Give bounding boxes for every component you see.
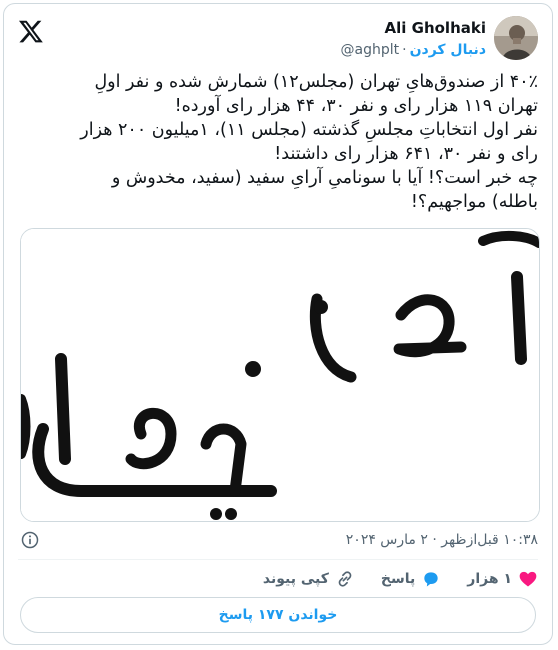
tweet-line: چه خبر است؟! آیا با سونامیِ آرایِ سفید (… <box>111 168 538 188</box>
author-handle[interactable]: @aghplt <box>341 42 400 58</box>
link-icon <box>338 571 352 587</box>
avatar[interactable] <box>494 16 538 60</box>
copy-link-label: کپی پیوند <box>262 571 329 587</box>
tweet-card: Ali Gholhaki @aghplt · دنبال کردن ۴۰٪ از ص… <box>3 3 553 645</box>
tweet-line: تهران ۱۱۹ هزار رای و نفر ۳۰، ۴۴ هزار رای… <box>174 96 538 116</box>
divider <box>18 559 538 560</box>
heart-icon <box>519 571 537 587</box>
separator-dot: · <box>402 42 407 58</box>
follow-button[interactable]: دنبال کردن <box>410 42 486 58</box>
tweet-line: نفر اول انتخاباتِ مجلسِ گذشته (مجلس ۱۱)،… <box>80 120 538 140</box>
like-button[interactable]: ۱ هزار <box>467 569 538 589</box>
copy-link-button[interactable]: کپی پیوند <box>263 569 355 589</box>
info-icon[interactable] <box>20 530 40 550</box>
tweet-line: ۴۰٪ از صندوق‌هایِ تهران (مجلس۱۲) شمارش ش… <box>94 72 538 92</box>
reply-label: پاسخ <box>380 571 416 587</box>
reply-button[interactable]: پاسخ <box>381 569 441 589</box>
author-name[interactable]: Ali Gholhaki <box>341 18 486 38</box>
tweet-text: ۴۰٪ از صندوق‌هایِ تهران (مجلس۱۲) شمارش ش… <box>16 70 538 214</box>
tweet-image[interactable] <box>20 228 540 522</box>
tweet-line: رای و نفر ۳۰، ۶۴۱ هزار رای داشتند! <box>274 144 538 164</box>
author-block: Ali Gholhaki @aghplt · دنبال کردن <box>341 18 486 60</box>
x-logo-icon[interactable] <box>18 18 44 44</box>
read-replies-button[interactable]: خواندن ۱۷۷ پاسخ <box>20 597 536 633</box>
reply-bubble-icon <box>424 572 438 587</box>
tweet-line: باطله) مواجهیم؟! <box>410 192 538 212</box>
tweet-timestamp[interactable]: ۱۰:۳۸ قبل‌ازظهر · ۲ مارس ۲۰۲۴ <box>346 532 538 548</box>
action-bar: ۱ هزار پاسخ کپی پیوند <box>263 569 538 589</box>
like-count: ۱ هزار <box>467 571 512 587</box>
